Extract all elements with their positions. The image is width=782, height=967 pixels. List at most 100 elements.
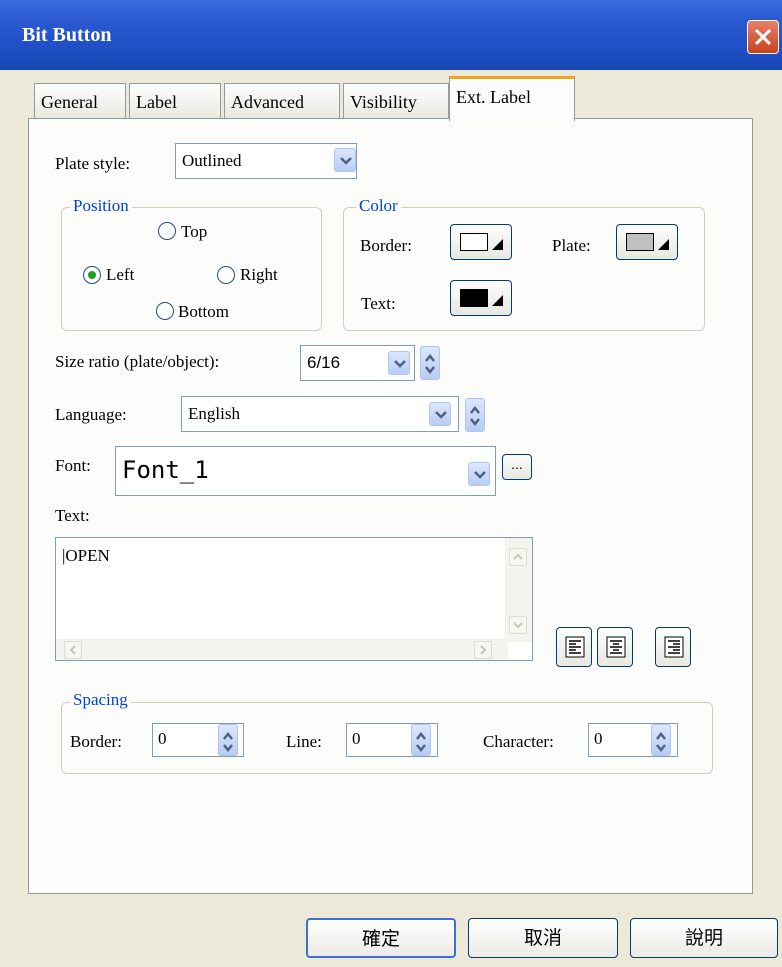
language-select[interactable]: English — [181, 396, 459, 432]
align-left-icon — [565, 636, 585, 658]
arrow-down-icon — [513, 622, 523, 629]
plate-color-button[interactable] — [616, 224, 678, 260]
up-down-arrows-icon — [223, 731, 233, 753]
close-icon — [754, 28, 772, 46]
tab-label: Advanced — [231, 92, 304, 112]
text-color-button[interactable] — [450, 280, 512, 316]
arrow-up-icon — [513, 553, 523, 560]
size-ratio-dropdown-button[interactable] — [388, 351, 410, 375]
cancel-button[interactable]: 取消 — [468, 918, 618, 958]
title-bar: Bit Button — [0, 0, 782, 70]
spacing-border-spinner[interactable] — [218, 724, 238, 756]
tab-ext-label[interactable]: Ext. Label — [449, 76, 575, 121]
text-area[interactable]: |OPEN — [55, 537, 533, 661]
help-button-label: 說明 — [684, 927, 723, 949]
size-ratio-value: 6/16 — [307, 353, 341, 372]
arrow-right-icon — [480, 645, 487, 655]
position-bottom-label: Bottom — [178, 302, 230, 321]
plate-style-dropdown-button[interactable] — [334, 148, 356, 172]
plate-color-label: Plate: — [552, 236, 591, 255]
dialog-window: Bit Button General Label Advanced Visibi… — [0, 0, 782, 967]
text-area-value: |OPEN — [62, 546, 110, 565]
font-value: Font_1 — [122, 456, 209, 484]
position-top-label: Top — [181, 222, 208, 241]
font-select[interactable]: Font_1 — [115, 446, 496, 496]
text-label: Text: — [55, 506, 90, 525]
tab-advanced[interactable]: Advanced — [224, 83, 340, 119]
ok-button-label: 確定 — [361, 928, 400, 950]
position-top-radio[interactable] — [158, 222, 176, 240]
plate-color-swatch — [626, 233, 654, 251]
scroll-right-button[interactable] — [474, 641, 492, 659]
spacing-line-label: Line: — [286, 732, 322, 751]
tab-label: Visibility — [350, 92, 417, 112]
up-down-arrows-icon — [416, 731, 426, 753]
window-title: Bit Button — [22, 24, 112, 46]
position-bottom-radio[interactable] — [156, 302, 174, 320]
chevron-down-icon — [340, 157, 352, 165]
up-down-arrows-icon — [470, 405, 480, 427]
scroll-left-button[interactable] — [64, 641, 82, 659]
chevron-down-icon — [474, 471, 486, 479]
align-center-icon — [606, 636, 626, 658]
scroll-down-button[interactable] — [509, 616, 527, 634]
position-right-label: Right — [240, 265, 278, 284]
plate-style-select[interactable]: Outlined — [175, 143, 357, 179]
align-center-button[interactable] — [597, 627, 633, 667]
spacing-line-value: 0 — [352, 729, 361, 748]
text-color-label: Text: — [361, 294, 396, 313]
cancel-button-label: 取消 — [523, 927, 562, 949]
tab-label[interactable]: Label — [129, 83, 221, 119]
spacing-character-value: 0 — [594, 729, 603, 748]
arrow-left-icon — [69, 645, 76, 655]
language-label: Language: — [55, 405, 127, 424]
position-right-radio[interactable] — [217, 266, 235, 284]
spacing-character-label: Character: — [483, 732, 554, 751]
spacing-line-spinner[interactable] — [411, 724, 431, 756]
horizontal-scrollbar[interactable] — [56, 639, 508, 660]
align-right-button[interactable] — [655, 627, 691, 667]
tab-general[interactable]: General — [34, 83, 126, 119]
border-color-label: Border: — [360, 236, 412, 255]
spacing-border-label: Border: — [70, 732, 122, 751]
help-button[interactable]: 說明 — [630, 918, 778, 958]
tab-visibility[interactable]: Visibility — [343, 83, 449, 119]
tab-label: Label — [136, 92, 177, 112]
text-color-swatch — [460, 289, 488, 307]
position-left-label: Left — [106, 265, 135, 284]
language-dropdown-button[interactable] — [429, 402, 451, 426]
tab-label: Ext. Label — [456, 87, 531, 107]
size-ratio-label: Size ratio (plate/object): — [55, 352, 220, 371]
font-label: Font: — [55, 456, 91, 475]
up-down-arrows-icon — [425, 353, 435, 375]
scroll-up-button[interactable] — [509, 548, 527, 566]
plate-style-label: Plate style: — [55, 154, 131, 173]
language-spinner[interactable] — [465, 398, 485, 432]
chevron-down-icon — [435, 411, 447, 419]
dropdown-triangle-icon — [658, 239, 669, 250]
dropdown-triangle-icon — [492, 239, 503, 250]
font-browse-button[interactable]: ... — [502, 454, 532, 480]
dropdown-triangle-icon — [492, 295, 503, 306]
border-color-swatch — [460, 233, 488, 251]
plate-style-value: Outlined — [182, 151, 242, 170]
align-right-icon — [664, 636, 684, 658]
spacing-character-spinner[interactable] — [651, 724, 671, 756]
size-ratio-spinner[interactable] — [420, 346, 440, 380]
font-dropdown-button[interactable] — [468, 462, 490, 486]
ellipsis-label: ... — [511, 456, 523, 472]
color-legend: Color — [356, 196, 401, 216]
chevron-down-icon — [394, 360, 406, 368]
spacing-legend: Spacing — [70, 690, 131, 710]
position-left-radio[interactable] — [83, 266, 101, 284]
close-button[interactable] — [747, 20, 779, 54]
up-down-arrows-icon — [656, 731, 666, 753]
ok-button[interactable]: 確定 — [306, 918, 456, 958]
tab-label: General — [41, 92, 98, 112]
border-color-button[interactable] — [450, 224, 512, 260]
align-left-button[interactable] — [556, 627, 592, 667]
position-legend: Position — [70, 196, 132, 216]
spacing-border-value: 0 — [158, 729, 167, 748]
language-value: English — [188, 404, 240, 423]
vertical-scrollbar[interactable] — [505, 538, 532, 642]
